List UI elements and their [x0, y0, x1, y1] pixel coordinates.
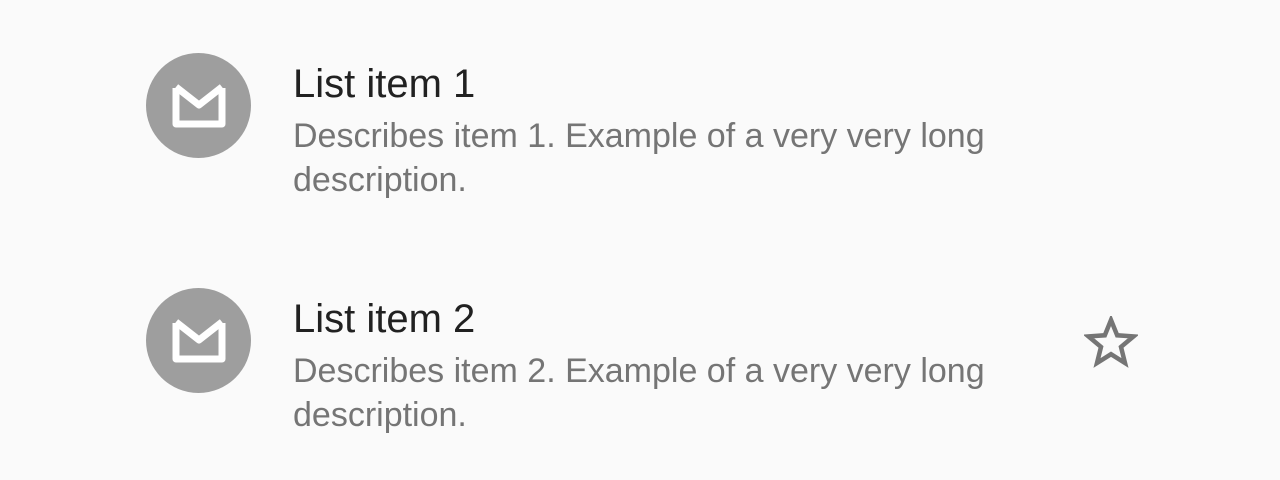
avatar: [146, 288, 251, 393]
avatar: [146, 53, 251, 158]
list-item-description: Describes item 2. Example of a very very…: [293, 352, 985, 434]
list-item-text: List item 1 Describes item 1. Example of…: [293, 60, 1053, 202]
mail-icon: [172, 318, 225, 362]
list-item-text: List item 2 Describes item 2. Example of…: [293, 295, 1053, 437]
mail-icon: [172, 83, 225, 127]
list-item-title: List item 2: [293, 297, 476, 341]
star-outline-icon[interactable]: [1084, 316, 1138, 370]
list-item[interactable]: List item 1 Describes item 1. Example of…: [0, 0, 1280, 230]
list-item[interactable]: List item 2 Describes item 2. Example of…: [0, 235, 1280, 465]
list-item-title: List item 1: [293, 62, 476, 106]
list-item-description: Describes item 1. Example of a very very…: [293, 117, 985, 199]
list: List item 1 Describes item 1. Example of…: [0, 0, 1280, 480]
